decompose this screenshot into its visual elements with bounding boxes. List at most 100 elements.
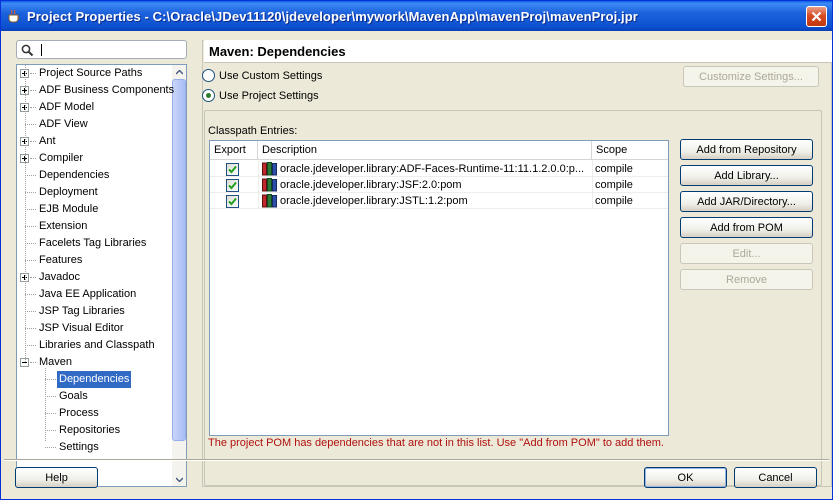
column-header-description[interactable]: Description xyxy=(258,141,592,160)
checkmark-icon xyxy=(228,181,237,190)
tree-connector xyxy=(45,396,56,397)
tree-connector xyxy=(30,141,36,142)
tree-item[interactable]: Features xyxy=(17,252,173,269)
tree-branch-line xyxy=(45,368,46,441)
tree-item-label: Project Source Paths xyxy=(39,67,143,79)
classpath-table[interactable]: Export Description Scope oracle.jdevelop… xyxy=(209,140,669,436)
tree-item-label-selected: Dependencies xyxy=(55,370,133,389)
ok-button[interactable]: OK xyxy=(644,467,727,488)
add-from-pom-label: Add from POM xyxy=(710,221,783,234)
add-from-repository-button[interactable]: Add from Repository xyxy=(680,139,813,160)
column-header-scope[interactable]: Scope xyxy=(592,141,668,160)
tree-connector xyxy=(30,90,36,91)
tree-item[interactable]: Libraries and Classpath xyxy=(17,337,173,354)
tree-item[interactable]: Ant xyxy=(17,133,173,150)
column-header-export[interactable]: Export xyxy=(210,141,258,160)
tree-item[interactable]: Project Source Paths xyxy=(17,65,173,82)
help-button[interactable]: Help xyxy=(15,467,98,488)
tree-item[interactable]: ADF Model xyxy=(17,99,173,116)
export-checkbox[interactable] xyxy=(226,179,239,192)
tree-item[interactable]: Dependencies xyxy=(17,370,173,389)
tree-item[interactable]: Java EE Application xyxy=(17,286,173,303)
tree-item[interactable]: JSP Visual Editor xyxy=(17,320,173,337)
tree-connector xyxy=(25,260,36,261)
scroll-thumb[interactable] xyxy=(172,79,186,441)
dependency-scope: compile xyxy=(595,163,633,175)
use-project-settings-label: Use Project Settings xyxy=(219,89,319,102)
add-library-button[interactable]: Add Library... xyxy=(680,165,813,186)
tree-connector xyxy=(30,73,36,74)
tree-scrollbar[interactable] xyxy=(172,65,186,486)
add-from-pom-button[interactable]: Add from POM xyxy=(680,217,813,238)
edit-button[interactable]: Edit... xyxy=(680,243,813,264)
dependency-description: oracle.jdeveloper.library:JSTL:1.2:pom xyxy=(280,195,468,207)
tree-connector xyxy=(25,294,36,295)
dependency-description: oracle.jdeveloper.library:ADF-Faces-Runt… xyxy=(280,163,585,175)
dialog-body: Project Source Paths ADF Business Compone… xyxy=(4,31,832,497)
ok-label: OK xyxy=(677,471,694,484)
tree-item-label: Libraries and Classpath xyxy=(39,339,155,351)
chevron-down-icon xyxy=(175,476,183,482)
export-checkbox[interactable] xyxy=(226,163,239,176)
tree-item[interactable]: Goals xyxy=(17,388,173,405)
column-separator xyxy=(258,160,259,208)
tree-connector xyxy=(25,124,36,125)
edit-label: Edit... xyxy=(732,247,761,260)
tree-item[interactable]: Maven xyxy=(17,354,173,371)
tree-item-label: JSP Tag Libraries xyxy=(39,305,125,317)
tree-item-label: EJB Module xyxy=(39,203,99,215)
table-row[interactable]: oracle.jdeveloper.library:ADF-Faces-Runt… xyxy=(210,161,668,177)
tree-connector xyxy=(25,226,36,227)
tree-item[interactable]: Facelets Tag Libraries xyxy=(17,235,173,252)
dependency-scope: compile xyxy=(595,179,633,191)
tree-item-label: Features xyxy=(39,254,83,266)
tree-item-label: Maven xyxy=(39,356,73,368)
remove-button[interactable]: Remove xyxy=(680,269,813,290)
text-caret xyxy=(41,44,42,56)
tree-item-label: Extension xyxy=(39,220,88,232)
tree-connector xyxy=(25,243,36,244)
tree-item[interactable]: Extension xyxy=(17,218,173,235)
tree-item-label: ADF Business Components xyxy=(39,84,175,96)
table-row[interactable]: oracle.jdeveloper.library:JSTL:1.2:pom co… xyxy=(210,193,668,209)
tree-item[interactable]: ADF View xyxy=(17,116,173,133)
tree-item[interactable]: Settings xyxy=(17,439,173,456)
page-title: Maven: Dependencies xyxy=(204,40,832,63)
tree-item[interactable]: ADF Business Components xyxy=(17,82,175,99)
tree-connector xyxy=(30,362,36,363)
search-input[interactable] xyxy=(16,40,187,59)
export-checkbox[interactable] xyxy=(226,195,239,208)
table-row[interactable]: oracle.jdeveloper.library:JSF:2.0:pom com… xyxy=(210,177,668,193)
checkmark-icon xyxy=(228,165,237,174)
tree-connector xyxy=(45,379,56,380)
category-tree[interactable]: Project Source Paths ADF Business Compone… xyxy=(16,64,187,487)
add-jar-directory-button[interactable]: Add JAR/Directory... xyxy=(680,191,813,212)
tree-item[interactable]: Deployment xyxy=(17,184,173,201)
tree-connector xyxy=(25,175,36,176)
close-window-button[interactable] xyxy=(806,6,827,27)
pom-warning-message: The project POM has dependencies that ar… xyxy=(208,437,664,449)
tree-item[interactable]: Dependencies xyxy=(17,167,173,184)
tree-connector xyxy=(45,447,56,448)
column-separator xyxy=(592,160,593,208)
scroll-down-button[interactable] xyxy=(172,472,186,486)
tree-item[interactable]: Javadoc xyxy=(17,269,173,286)
tree-item-label: Compiler xyxy=(39,152,84,164)
window-title: Project Properties - C:\Oracle\JDev11120… xyxy=(27,8,638,24)
customize-settings-button[interactable]: Customize Settings... xyxy=(683,66,819,87)
use-project-settings-radio[interactable]: Use Project Settings xyxy=(202,89,319,102)
tree-item[interactable]: JSP Tag Libraries xyxy=(17,303,173,320)
scroll-up-button[interactable] xyxy=(172,65,186,79)
tree-item[interactable]: Process xyxy=(17,405,173,422)
tree-item-label: Deployment xyxy=(39,186,98,198)
project-properties-dialog: Project Properties - C:\Oracle\JDev11120… xyxy=(0,0,833,500)
title-bar[interactable]: Project Properties - C:\Oracle\JDev11120… xyxy=(1,1,832,31)
tree-item[interactable]: Repositories xyxy=(17,422,173,439)
tree-item[interactable]: EJB Module xyxy=(17,201,173,218)
tree-connector xyxy=(25,192,36,193)
use-custom-settings-radio[interactable]: Use Custom Settings xyxy=(202,69,322,82)
tree-item[interactable]: Compiler xyxy=(17,150,173,167)
tree-item-label: ADF View xyxy=(39,118,88,130)
cancel-button[interactable]: Cancel xyxy=(734,467,817,488)
help-label: Help xyxy=(45,471,68,484)
